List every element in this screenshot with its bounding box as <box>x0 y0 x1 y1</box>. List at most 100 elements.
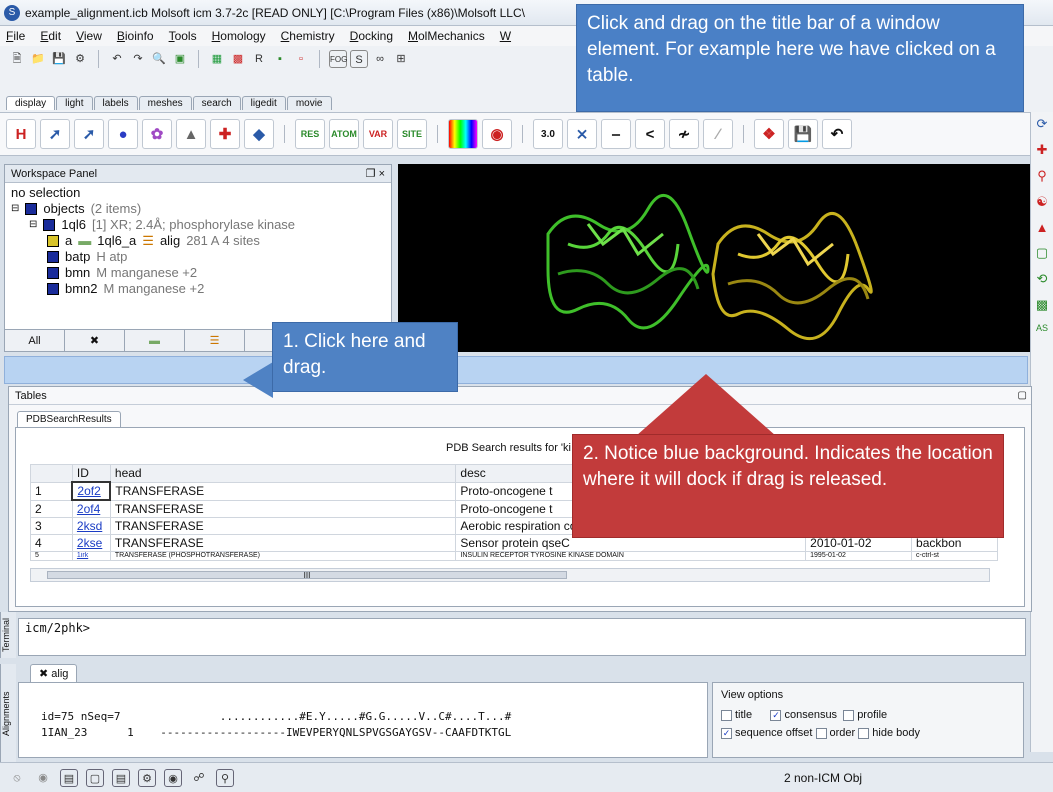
ball-icon[interactable]: ● <box>108 119 138 149</box>
menu-file[interactable]: File <box>6 29 25 43</box>
small-box-icon[interactable]: ▩ <box>1036 297 1048 313</box>
table-row[interactable]: 5 1irk TRANSFERASE (PHOSPHOTRANSFERASE) … <box>30 551 998 561</box>
camera-icon[interactable]: ◉ <box>164 768 182 787</box>
layout-icon[interactable]: ▤ <box>60 768 78 787</box>
center-icon[interactable]: ▲ <box>1036 220 1049 235</box>
settings-icon[interactable]: ⚙ <box>71 50 89 68</box>
ribbon-icon[interactable]: ✚ <box>210 119 240 149</box>
column-header[interactable] <box>30 464 73 483</box>
ring-icon[interactable]: R <box>250 50 268 68</box>
link-icon[interactable]: ☍ <box>190 769 208 787</box>
menu-bioinfo[interactable]: Bioinfo <box>117 29 154 43</box>
checkbox-profile[interactable]: profile <box>843 709 887 721</box>
column-header-head[interactable]: head <box>109 464 457 483</box>
tree-item-batp[interactable]: batp H atp <box>11 249 385 265</box>
panel-icon[interactable]: ▤ <box>112 768 130 787</box>
torsion-icon[interactable]: ≁ <box>669 119 699 149</box>
filter-tab-alignment-icon[interactable]: ✖ <box>65 330 125 351</box>
column-header-id[interactable]: ID <box>71 464 111 483</box>
tree-item-bmn2[interactable]: bmn2 M manganese +2 <box>11 281 385 297</box>
label-atom-icon[interactable]: ATOM <box>329 119 359 149</box>
pdb-id-link[interactable]: 2ksd <box>77 519 102 533</box>
clip-icon[interactable]: ☯ <box>1036 194 1048 210</box>
filter-tab-all[interactable]: All <box>5 330 65 351</box>
checkbox-hide-body[interactable]: hide body <box>858 727 920 739</box>
zoom-icon[interactable]: ⚲ <box>1037 168 1047 184</box>
table-horizontal-scrollbar[interactable]: III <box>30 568 990 582</box>
save-view-icon[interactable]: 💾 <box>788 119 818 149</box>
menu-window[interactable]: W <box>500 29 511 43</box>
menu-view[interactable]: View <box>76 29 102 43</box>
checkbox-sequence-offset[interactable]: ✓ sequence offset <box>721 727 812 739</box>
checkbox-consensus[interactable]: ✓ consensus <box>770 709 837 721</box>
menu-homology[interactable]: Homology <box>212 29 266 43</box>
tree-item-objects[interactable]: ⊟ objects (2 items) <box>11 201 385 217</box>
tree-item-bmn[interactable]: bmn M manganese +2 <box>11 265 385 281</box>
tables-title-bar[interactable]: Tables ▢ <box>9 387 1031 405</box>
search-icon[interactable]: ⚲ <box>216 768 234 787</box>
checkbox-order[interactable]: order <box>815 727 855 739</box>
maximize-icon[interactable]: ▢ <box>1018 387 1031 404</box>
menu-molmechanics[interactable]: MolMechanics <box>408 29 485 43</box>
save-icon[interactable]: 💾 <box>50 50 68 68</box>
chem2-icon[interactable]: ▩ <box>229 50 247 68</box>
tab-meshes[interactable]: meshes <box>138 96 192 110</box>
color-palette-icon[interactable] <box>448 119 478 149</box>
collapse-icon[interactable]: ⊟ <box>29 217 37 233</box>
fragment-icon[interactable]: ▪ <box>271 50 289 68</box>
tab-pdbsearchresults[interactable]: PDBSearchResults <box>17 411 121 427</box>
stick-icon[interactable]: ➚ <box>74 119 104 149</box>
stereo-icon[interactable]: S <box>350 50 368 68</box>
molecule-icon[interactable]: ▣ <box>171 50 189 68</box>
surface-icon[interactable]: ▲ <box>176 119 206 149</box>
tab-display[interactable]: display <box>6 96 56 110</box>
pdb-id-link[interactable]: 2kse <box>77 536 102 550</box>
undo-view-icon[interactable]: ↶ <box>822 119 852 149</box>
distance-icon[interactable]: 3.0 <box>533 119 563 149</box>
box-icon[interactable]: ▢ <box>1036 245 1048 261</box>
rotate-icon[interactable]: ⟳ <box>1037 116 1048 132</box>
chem-icon[interactable]: ▦ <box>208 50 226 68</box>
tab-labels[interactable]: labels <box>93 96 138 110</box>
menu-chemistry[interactable]: Chemistry <box>281 29 335 43</box>
menu-edit[interactable]: Edit <box>40 29 61 43</box>
display-reset-icon[interactable]: H <box>6 119 36 149</box>
undo-icon[interactable]: ↶ <box>108 50 126 68</box>
tab-light[interactable]: light <box>56 96 93 110</box>
redo-icon[interactable]: ↷ <box>129 50 147 68</box>
stop-icon[interactable]: ⦸ <box>8 769 26 787</box>
open-folder-icon[interactable]: 📁 <box>29 50 47 68</box>
glasses-icon[interactable]: ∞ <box>371 50 389 68</box>
workspace-header[interactable]: Workspace Panel ❐ × <box>5 165 391 183</box>
tab-movie[interactable]: movie <box>286 96 332 110</box>
new-file-icon[interactable]: 🗎 <box>8 50 26 68</box>
tab-search[interactable]: search <box>192 96 241 110</box>
menu-tools[interactable]: Tools <box>169 29 197 43</box>
color-wheel-icon[interactable]: ◉ <box>482 119 512 149</box>
record-icon[interactable]: ◉ <box>34 769 52 787</box>
find-icon[interactable]: 🔍 <box>150 50 168 68</box>
cpk-icon[interactable]: ✿ <box>142 119 172 149</box>
window-icon[interactable]: ▢ <box>86 768 104 787</box>
scroll-thumb[interactable]: III <box>47 571 567 580</box>
alignment-view[interactable]: id=75 nSeq=7 ............#E.Y.....#G.G..… <box>18 682 708 758</box>
workspace-window-controls[interactable]: ❐ × <box>366 167 385 180</box>
cycle-icon[interactable]: ⟲ <box>1037 271 1048 287</box>
terminal-panel[interactable]: icm/2phk> <box>18 618 1026 656</box>
label-variable-icon[interactable]: VAR <box>363 119 393 149</box>
fog-icon[interactable]: FOG <box>329 50 347 68</box>
tab-alig[interactable]: ✖ alig <box>30 664 78 682</box>
tree-item-chain-a[interactable]: a ▬ 1ql6_a ☰ alig 281 A 4 sites <box>11 233 385 249</box>
molecule-view-icon[interactable]: ❖ <box>754 119 784 149</box>
pdb-id-link[interactable]: 2of2 <box>77 484 100 498</box>
label-site-icon[interactable]: SITE <box>397 119 427 149</box>
grid-icon[interactable]: ⊞ <box>392 50 410 68</box>
filter-tab-sequence-icon[interactable]: ▬ <box>125 330 185 351</box>
menu-docking[interactable]: Docking <box>350 29 393 43</box>
as-icon[interactable]: AS <box>1036 323 1048 333</box>
collapse-icon[interactable]: ⊟ <box>11 201 19 217</box>
pdb-id-link[interactable]: 1irk <box>77 553 88 560</box>
xstick-icon[interactable]: ◆ <box>244 119 274 149</box>
measure-icon[interactable]: ⨯ <box>567 119 597 149</box>
molecular-viewer[interactable] <box>398 164 1030 352</box>
